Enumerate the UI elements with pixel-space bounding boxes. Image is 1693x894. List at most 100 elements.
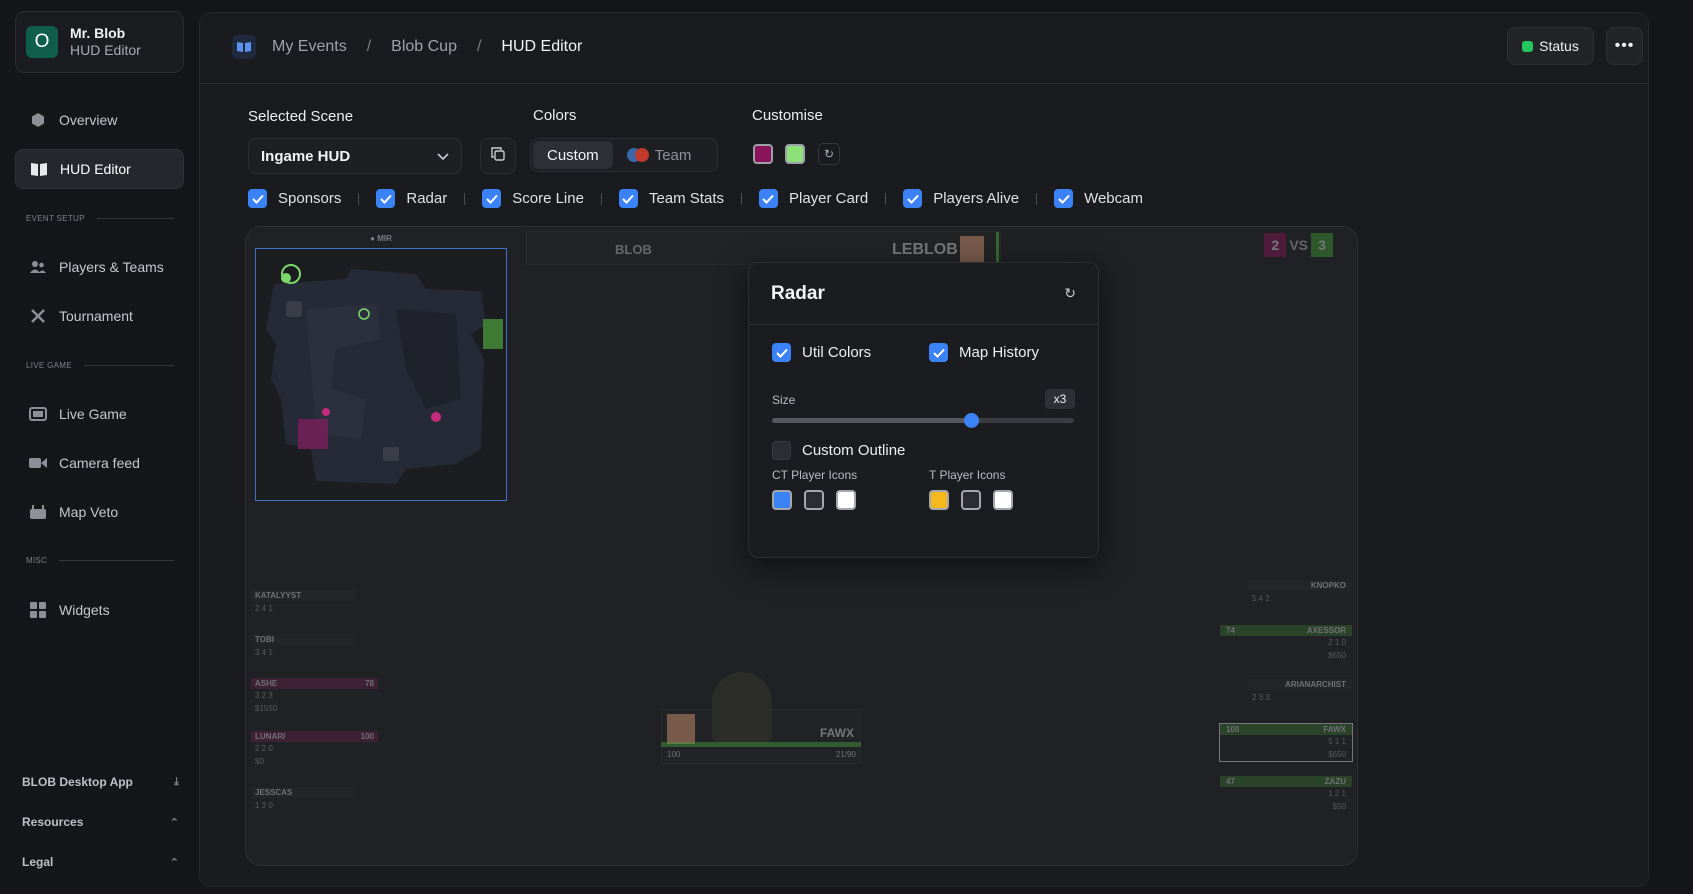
toggle-label: Players Alive xyxy=(933,190,1020,207)
radar-map-drawing xyxy=(266,264,503,484)
sidebar-item-widgets[interactable]: Widgets xyxy=(15,590,184,630)
checkbox[interactable] xyxy=(758,189,778,208)
customise-label: Customise xyxy=(752,107,823,124)
divider xyxy=(885,192,887,205)
desktop-app-link[interactable]: BLOB Desktop App ⤓ xyxy=(22,775,179,789)
checkbox[interactable] xyxy=(482,189,502,208)
breadcrumb-blob-cup[interactable]: Blob Cup xyxy=(391,38,457,56)
divider xyxy=(600,192,602,205)
custom-outline-option[interactable]: Custom Outline xyxy=(772,441,905,460)
sidebar-item-live-game[interactable]: Live Game xyxy=(15,394,184,434)
sidebar-item-overview[interactable]: Overview xyxy=(15,100,184,140)
nav-section-live-game: LIVE GAME xyxy=(26,361,174,370)
sidebar-item-label: Map Veto xyxy=(59,504,119,520)
sidebar-item-label: Widgets xyxy=(59,602,110,618)
scene-select[interactable]: Ingame HUD xyxy=(248,138,462,174)
checkbox[interactable] xyxy=(772,343,791,362)
breadcrumb-separator: / xyxy=(476,38,482,55)
book-open-icon xyxy=(30,160,48,178)
breadcrumb-my-events[interactable]: My Events xyxy=(272,38,347,56)
resources-toggle[interactable]: Resources ⌃ xyxy=(22,815,179,829)
chevron-up-icon: ⌃ xyxy=(169,856,179,869)
legal-toggle[interactable]: Legal ⌃ xyxy=(22,855,179,869)
sidebar-item-label: Players & Teams xyxy=(59,259,164,275)
sidebar-item-label: HUD Editor xyxy=(60,161,131,177)
player-card-observed: 100 FAWX 5 1 1 $650 xyxy=(1219,723,1353,762)
duplicate-scene-button[interactable] xyxy=(480,138,516,174)
toggle-player-card[interactable]: Player Card xyxy=(758,189,868,208)
checkbox[interactable] xyxy=(772,441,791,460)
sidebar-item-camera-feed[interactable]: Camera feed xyxy=(15,443,184,483)
size-slider-fill xyxy=(772,418,972,423)
sidebar-item-hud-editor[interactable]: HUD Editor xyxy=(15,149,184,189)
player-card: 47 ZAZU 1 2 1 $50 xyxy=(1220,776,1352,813)
t-icon-color-2[interactable] xyxy=(961,490,981,510)
sidebar-item-label: Tournament xyxy=(59,308,133,324)
score-line: BLOB LEBLOB xyxy=(526,231,1001,266)
vs-label: VS xyxy=(1289,237,1308,253)
sidebar-item-tournament[interactable]: Tournament xyxy=(15,296,184,336)
status-button[interactable]: Status xyxy=(1507,27,1594,65)
reset-colors-button[interactable]: ↻ xyxy=(818,143,840,165)
toggle-radar[interactable]: Radar xyxy=(376,189,447,208)
reset-icon[interactable]: ↻ xyxy=(1064,285,1076,302)
toggle-webcam[interactable]: Webcam xyxy=(1054,189,1143,208)
t-color-swatch[interactable] xyxy=(753,144,773,164)
ct-icon-color-2[interactable] xyxy=(804,490,824,510)
checkbox[interactable] xyxy=(903,189,923,208)
sidebar-item-map-veto[interactable]: Map Veto xyxy=(15,492,184,532)
sidebar-item-label: Overview xyxy=(59,112,118,128)
team-left-name: BLOB xyxy=(615,242,652,257)
toggle-label: Radar xyxy=(406,190,448,207)
element-toggles: Sponsors Radar Score Line Team Stats Pla… xyxy=(248,189,1143,208)
checkbox[interactable] xyxy=(376,189,396,208)
toggle-players-alive[interactable]: Players Alive xyxy=(903,189,1019,208)
ct-icon-color-1[interactable] xyxy=(772,490,792,510)
checkbox[interactable] xyxy=(618,189,638,208)
map-history-option[interactable]: Map History xyxy=(929,343,1039,362)
chevron-up-icon: ⌃ xyxy=(169,816,179,829)
workspace-subtitle: HUD Editor xyxy=(70,42,141,58)
radar-widget[interactable] xyxy=(255,248,507,501)
t-icon-color-3[interactable] xyxy=(993,490,1013,510)
t-icon-color-1[interactable] xyxy=(929,490,949,510)
radar-settings-popover: Radar ↻ Util Colors Map History Size x3 … xyxy=(748,262,1099,558)
selected-scene-label: Selected Scene xyxy=(248,108,354,125)
toggle-score-line[interactable]: Score Line xyxy=(482,189,584,208)
toggle-sponsors[interactable]: Sponsors xyxy=(248,189,341,208)
avatar: O xyxy=(26,26,58,58)
sidebar-item-players-teams[interactable]: Players & Teams xyxy=(15,247,184,287)
more-options-button[interactable]: ••• xyxy=(1606,27,1643,65)
checkbox[interactable] xyxy=(1054,189,1074,208)
color-mode-custom[interactable]: Custom xyxy=(533,141,613,169)
player-card: ARIANARCHIST 2 3 3 xyxy=(1248,679,1352,706)
toggle-team-stats[interactable]: Team Stats xyxy=(618,189,724,208)
size-slider-handle[interactable] xyxy=(964,413,980,428)
player-card: TOBI 3 4 1 xyxy=(251,634,355,661)
workspace-switcher[interactable]: O Mr. Blob HUD Editor xyxy=(15,11,184,73)
size-value: x3 xyxy=(1045,389,1075,409)
series-score-left: 2 xyxy=(1264,233,1287,257)
checkbox[interactable] xyxy=(929,343,948,362)
colors-label: Colors xyxy=(533,107,577,124)
util-colors-option[interactable]: Util Colors xyxy=(772,343,871,362)
color-mode-team[interactable]: Team xyxy=(613,141,706,169)
sidebar-item-label: Live Game xyxy=(59,406,127,422)
ct-color-swatch[interactable] xyxy=(785,144,805,164)
player-card: JESSCAS 1 3 0 xyxy=(251,787,355,814)
toggle-label: Score Line xyxy=(512,190,584,207)
reset-icon: ↻ xyxy=(823,147,835,161)
toggle-label: Webcam xyxy=(1084,190,1143,207)
color-mode-team-label: Team xyxy=(654,146,692,164)
observed-player-ammo: 21/90 xyxy=(835,750,856,759)
divider xyxy=(1036,192,1038,205)
ct-icon-color-3[interactable] xyxy=(836,490,856,510)
divider xyxy=(464,192,466,205)
size-slider[interactable] xyxy=(772,413,1074,428)
player-card: KATALYYST 2 4 1 xyxy=(251,590,355,617)
checkbox[interactable] xyxy=(248,189,267,208)
color-mode-toggle: Custom Team xyxy=(530,138,718,172)
character-silhouette xyxy=(712,672,772,742)
option-label: Custom Outline xyxy=(802,442,906,459)
status-label: Status xyxy=(1539,38,1579,54)
